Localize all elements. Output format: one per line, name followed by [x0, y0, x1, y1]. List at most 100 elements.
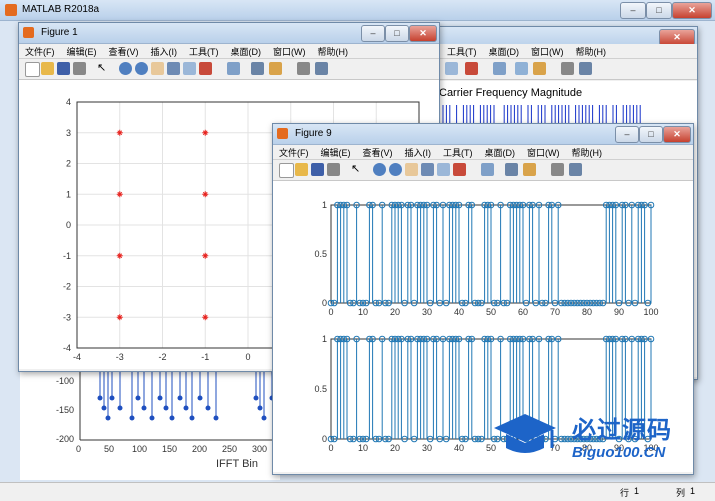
menu-desktop[interactable]: 桌面(D) [225, 45, 268, 58]
figure9-minimize-button[interactable]: – [615, 126, 639, 143]
colorbar-icon[interactable] [251, 62, 264, 75]
datacursor-icon[interactable] [437, 163, 450, 176]
menu-window[interactable]: 窗口(W) [267, 45, 312, 58]
link-icon[interactable] [481, 163, 494, 176]
menu-file[interactable]: 文件(F) [19, 45, 61, 58]
stem [337, 335, 344, 439]
figure9-maximize-button[interactable]: □ [639, 126, 663, 143]
menu-insert[interactable]: 插入(I) [145, 45, 184, 58]
stem [449, 335, 456, 439]
legend-icon[interactable] [533, 62, 546, 75]
pan-icon[interactable] [405, 163, 418, 176]
link-icon[interactable] [493, 62, 506, 75]
datacursor-icon[interactable] [183, 62, 196, 75]
zoom-in-icon[interactable] [373, 163, 386, 176]
open-icon[interactable] [295, 163, 308, 176]
select-arrow-icon[interactable]: ↖ [351, 163, 364, 176]
stem [519, 201, 527, 303]
new-figure-icon[interactable] [25, 62, 40, 77]
show-tools-icon[interactable] [315, 62, 328, 75]
x-tick-label: 80 [582, 307, 592, 317]
stem [433, 201, 440, 303]
hide-tools-icon[interactable] [561, 62, 574, 75]
rotate-icon[interactable] [421, 163, 434, 176]
stem [506, 201, 514, 303]
main-titlebar: MATLAB R2018a – □ ✕ [0, 0, 715, 21]
figure1-minimize-button[interactable]: – [361, 25, 385, 42]
maximize-button[interactable]: □ [646, 2, 672, 19]
link-icon[interactable] [227, 62, 240, 75]
close-button[interactable]: ✕ [672, 2, 712, 19]
legend-icon[interactable] [269, 62, 282, 75]
save-icon[interactable] [311, 163, 324, 176]
zoom-in-icon[interactable] [119, 62, 132, 75]
minimize-button[interactable]: – [620, 2, 646, 19]
pan-icon[interactable] [151, 62, 164, 75]
menu-desktop[interactable]: 桌面(D) [483, 45, 526, 58]
stem [343, 335, 351, 439]
menu-window[interactable]: 窗口(W) [521, 146, 566, 159]
x-tick-label: 60 [518, 307, 528, 317]
watermark-logo: 必过源码 Biguo100.CN [492, 408, 698, 464]
brush-icon[interactable] [199, 62, 212, 75]
brush-icon[interactable] [453, 163, 466, 176]
show-tools-icon[interactable] [579, 62, 592, 75]
menu-help[interactable]: 帮助(H) [566, 146, 609, 159]
y-tick-label: 1 [322, 200, 327, 210]
print-icon[interactable] [327, 163, 340, 176]
zoom-out-icon[interactable] [135, 62, 148, 75]
menu-tools[interactable]: 工具(T) [437, 146, 479, 159]
ifft-xlabel: IFFT Bin [216, 458, 258, 470]
data-point [202, 129, 209, 136]
x-tick-label: 90 [614, 307, 624, 317]
x-tick-label: 0 [245, 352, 250, 362]
hide-tools-icon[interactable] [551, 163, 564, 176]
figure1-close-button[interactable]: ✕ [409, 25, 437, 42]
stem [452, 201, 460, 303]
print-icon[interactable] [73, 62, 86, 75]
menu-edit[interactable]: 编辑(E) [61, 45, 103, 58]
graduation-cap-icon [494, 414, 556, 453]
save-icon[interactable] [57, 62, 70, 75]
figure1-maximize-button[interactable]: □ [385, 25, 409, 42]
stem [439, 201, 447, 303]
menu-edit[interactable]: 编辑(E) [315, 146, 357, 159]
hide-tools-icon[interactable] [297, 62, 310, 75]
menu-help[interactable]: 帮助(H) [570, 45, 613, 58]
open-icon[interactable] [41, 62, 54, 75]
ifft-xtick: 50 [104, 444, 115, 454]
zoom-out-icon[interactable] [389, 163, 402, 176]
stem-marker [101, 405, 107, 411]
menu-tools[interactable]: 工具(T) [183, 45, 225, 58]
colorbar-icon[interactable] [505, 163, 518, 176]
figure9-menubar: 文件(F) 编辑(E) 查看(V) 插入(I) 工具(T) 桌面(D) 窗口(W… [273, 145, 693, 160]
stem-marker [253, 395, 259, 401]
menu-insert[interactable]: 插入(I) [399, 146, 438, 159]
menu-tools[interactable]: 工具(T) [441, 45, 483, 58]
y-tick-label: 0 [322, 434, 327, 444]
stem [529, 201, 536, 303]
datacursor-icon[interactable] [445, 62, 458, 75]
menu-help[interactable]: 帮助(H) [312, 45, 355, 58]
stem [394, 335, 402, 439]
legend-icon[interactable] [523, 163, 536, 176]
menu-view[interactable]: 查看(V) [103, 45, 145, 58]
menu-view[interactable]: 查看(V) [357, 146, 399, 159]
select-arrow-icon[interactable]: ↖ [97, 62, 110, 75]
show-tools-icon[interactable] [569, 163, 582, 176]
figure1-title: Figure 1 [41, 27, 78, 38]
brush-icon[interactable] [465, 62, 478, 75]
stem-marker [177, 395, 183, 401]
menu-window[interactable]: 窗口(W) [525, 45, 570, 58]
figure9-close-button[interactable]: ✕ [663, 126, 691, 143]
stem [391, 201, 399, 303]
menu-desktop[interactable]: 桌面(D) [479, 146, 522, 159]
menu-file[interactable]: 文件(F) [273, 146, 315, 159]
new-figure-icon[interactable] [279, 163, 294, 178]
x-tick-label: 0 [328, 443, 333, 453]
stem-marker [157, 395, 163, 401]
colorbar-icon[interactable] [515, 62, 528, 75]
stem-marker [205, 405, 211, 411]
rotate-icon[interactable] [167, 62, 180, 75]
stem-marker [109, 395, 115, 401]
